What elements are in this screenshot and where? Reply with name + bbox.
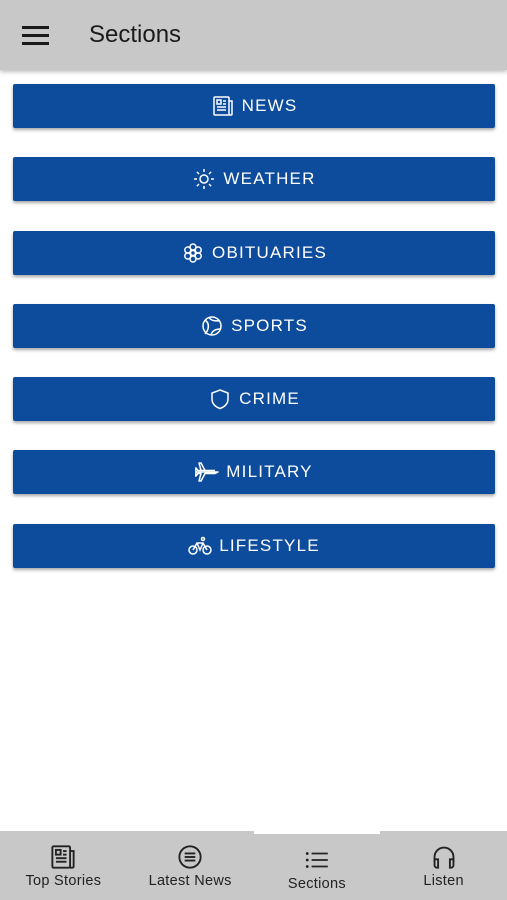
section-button-label: CRIME <box>239 389 300 409</box>
sections-list: NEWS WEATHER OBITUARIES SPORTS CRIME MIL… <box>13 84 495 597</box>
bottom-nav: Top Stories Latest News Sections Listen <box>0 831 507 900</box>
list-circle-icon <box>176 843 204 871</box>
nav-label: Top Stories <box>25 873 102 889</box>
nav-tab-listen[interactable]: Listen <box>380 831 507 900</box>
nav-label: Sections <box>287 876 346 892</box>
section-button-label: WEATHER <box>223 169 316 189</box>
menu-button[interactable] <box>18 20 52 50</box>
newspaper-icon <box>49 843 77 871</box>
flower-icon <box>181 241 205 265</box>
section-button-lifestyle[interactable]: LIFESTYLE <box>13 523 495 568</box>
section-button-label: SPORTS <box>231 315 308 335</box>
nav-tab-latest-news[interactable]: Latest News <box>127 831 254 900</box>
hamburger-menu-icon <box>21 25 49 45</box>
app-bar: Sections <box>0 0 507 70</box>
section-button-news[interactable]: NEWS <box>13 84 495 128</box>
headphones-icon <box>430 843 458 871</box>
nav-tab-sections[interactable]: Sections <box>253 831 381 900</box>
page-title: Sections <box>89 21 182 48</box>
nav-tab-top-stories[interactable]: Top Stories <box>0 831 127 900</box>
section-button-label: OBITUARIES <box>212 242 327 262</box>
section-button-label: NEWS <box>241 96 298 115</box>
sun-icon <box>192 167 216 191</box>
nav-label: Latest News <box>148 873 232 889</box>
section-button-label: LIFESTYLE <box>219 535 320 555</box>
section-button-military[interactable]: MILITARY <box>13 450 495 495</box>
bicycle-icon <box>188 534 212 558</box>
newspaper-icon <box>211 94 235 118</box>
list-icon <box>303 846 331 874</box>
section-button-sports[interactable]: SPORTS <box>13 303 495 348</box>
section-button-weather[interactable]: WEATHER <box>13 157 495 202</box>
jet-icon <box>195 460 220 484</box>
ball-icon <box>200 314 224 338</box>
nav-label: Listen <box>423 873 464 889</box>
section-button-crime[interactable]: CRIME <box>13 377 495 422</box>
section-button-label: MILITARY <box>226 462 313 482</box>
section-button-obituaries[interactable]: OBITUARIES <box>13 230 495 275</box>
shield-icon <box>208 387 232 411</box>
